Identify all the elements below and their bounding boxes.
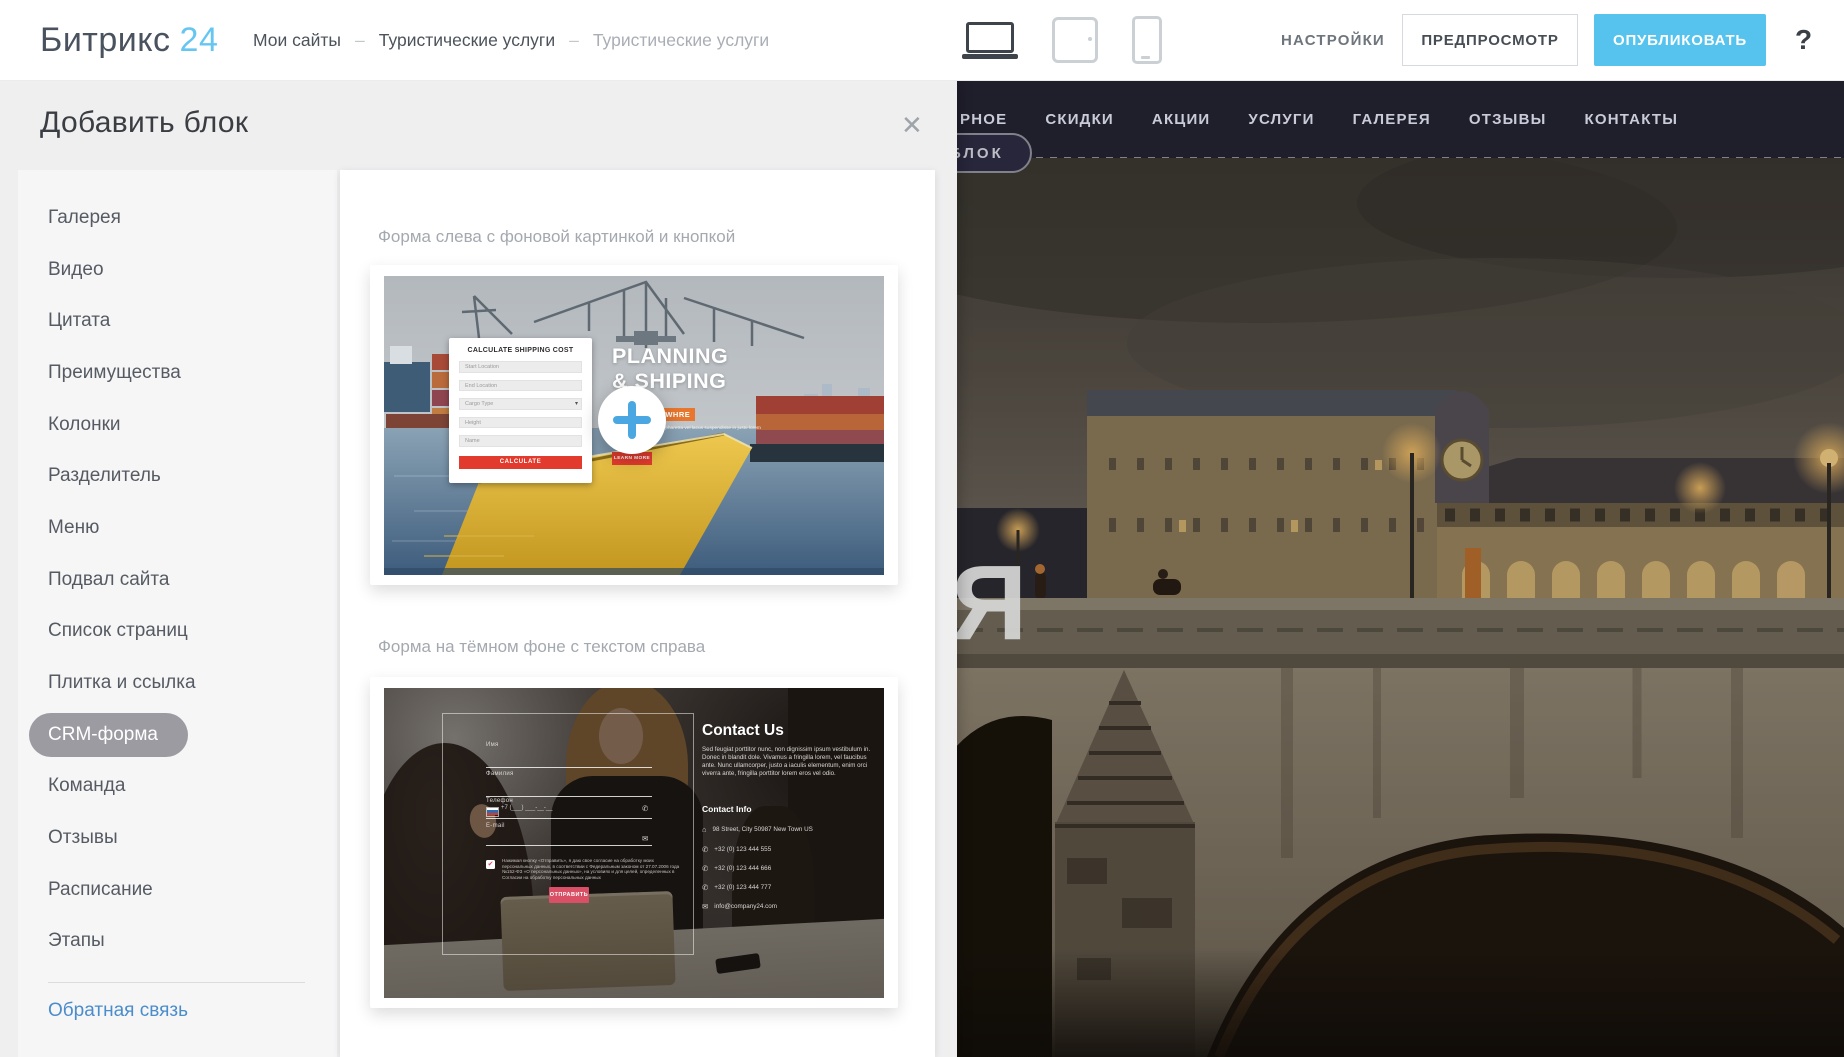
dropdown-caret-icon: ▾: [575, 399, 578, 410]
mobile-view-icon[interactable]: [1132, 16, 1162, 64]
preview2-image: Имя Фамилия Телефон +7 (___) ___-__-__ ✆…: [384, 688, 884, 998]
site-nav-item[interactable]: СКИДКИ: [1045, 111, 1114, 128]
breadcrumb: Мои сайты – Туристические услуги – Турис…: [253, 0, 769, 80]
sidebar-divider: [48, 982, 305, 983]
help-icon[interactable]: ?: [1795, 0, 1812, 80]
label-email: E-mail: [486, 823, 505, 829]
select-cargo-type: Cargo Type▾: [459, 398, 582, 410]
hero-title-letter: Я: [951, 550, 1027, 656]
sidebar-item-divider[interactable]: Разделитель: [18, 450, 337, 502]
site-nav-item[interactable]: РНОЕ: [960, 111, 1007, 128]
contact-address-row: ⌂98 Street, City 50987 New Town US: [702, 826, 878, 834]
label-phone: Телефон: [486, 798, 513, 804]
preview2-caption: Форма на тёмном фоне с текстом справа: [378, 637, 705, 657]
breadcrumb-site[interactable]: Туристические услуги: [379, 30, 555, 51]
add-block-plus-button[interactable]: [598, 386, 666, 454]
top-toolbar: Битрикс 24 Мои сайты – Туристические усл…: [0, 0, 1844, 81]
sidebar-item-page-list[interactable]: Список страниц: [18, 606, 337, 658]
breadcrumb-my-sites[interactable]: Мои сайты: [253, 30, 341, 51]
block-preview-list: Форма слева с фоновой картинкой и кнопко…: [340, 170, 935, 1057]
shipping-form-title: CALCULATE SHIPPING COST: [449, 347, 592, 354]
site-nav-item[interactable]: АКЦИИ: [1152, 111, 1211, 128]
contact-phone-row: ✆+32 (0) 123 444 555: [702, 846, 878, 854]
sidebar-item-reviews[interactable]: Отзывы: [18, 812, 337, 864]
desktop-view-icon[interactable]: [962, 22, 1018, 59]
input-height: Height: [459, 417, 582, 429]
site-nav-item[interactable]: ГАЛЕРЕЯ: [1353, 111, 1431, 128]
block-preview-card-form-left[interactable]: CALCULATE SHIPPING COST Start Location E…: [370, 265, 898, 585]
breadcrumb-separator: –: [569, 30, 579, 51]
contact-email-row: ✉info@company24.com: [702, 903, 878, 911]
block-preview-card-dark-form[interactable]: Имя Фамилия Телефон +7 (___) ___-__-__ ✆…: [370, 677, 898, 1008]
input-name: Name: [459, 435, 582, 447]
consent-text: Нажимая кнопку «Отправить», я даю свое с…: [502, 858, 680, 881]
site-hero-photo: Я: [957, 158, 1844, 1057]
publish-button[interactable]: ОПУБЛИКОВАТЬ: [1594, 14, 1766, 66]
russia-flag-icon: [486, 807, 499, 817]
bridge-scene-graphic: [957, 158, 1844, 1057]
site-nav-item[interactable]: ОТЗЫВЫ: [1469, 111, 1547, 128]
sidebar-item-quote[interactable]: Цитата: [18, 295, 337, 347]
bitrix24-logo[interactable]: Битрикс 24: [40, 0, 218, 80]
phone-icon: ✆: [702, 865, 708, 873]
input-end-location: End Location: [459, 380, 582, 392]
shipping-form-thumbnail: CALCULATE SHIPPING COST Start Location E…: [449, 338, 592, 483]
breadcrumb-page: Туристические услуги: [593, 30, 769, 51]
contact-us-body: Sed feugiat porttitor nunc, non dignissi…: [702, 746, 874, 778]
label-first-name: Имя: [486, 742, 499, 748]
input-underline: [486, 818, 652, 819]
send-button: ОТПРАВИТЬ: [549, 887, 589, 903]
sidebar-item-schedule[interactable]: Расписание: [18, 864, 337, 916]
input-start-location: Start Location: [459, 361, 582, 373]
site-nav-item[interactable]: УСЛУГИ: [1248, 111, 1314, 128]
form-outline-frame: [442, 713, 694, 955]
site-nav-menu: РНОЕ СКИДКИ АКЦИИ УСЛУГИ ГАЛЕРЕЯ ОТЗЫВЫ …: [960, 80, 1678, 158]
home-icon: ⌂: [702, 826, 707, 834]
mail-icon: ✉: [642, 834, 648, 843]
input-underline: [486, 767, 652, 768]
site-nav-item[interactable]: КОНТАКТЫ: [1585, 111, 1679, 128]
phone-mask-value: +7 (___) ___-__-__: [501, 805, 553, 811]
preview1-image: CALCULATE SHIPPING COST Start Location E…: [384, 276, 884, 575]
preview1-caption: Форма слева с фоновой картинкой и кнопко…: [378, 227, 735, 247]
input-underline: [486, 796, 652, 797]
phone-icon: ✆: [702, 884, 708, 892]
contact-phone-row: ✆+32 (0) 123 444 666: [702, 865, 878, 873]
contact-phone-row: ✆+32 (0) 123 444 777: [702, 884, 878, 892]
add-block-panel: Добавить блок ✕ Галерея Видео Цитата Пре…: [0, 80, 957, 1057]
sidebar-item-tile-link[interactable]: Плитка и ссылка: [18, 657, 337, 709]
sidebar-item-footer[interactable]: Подвал сайта: [18, 554, 337, 606]
block-category-sidebar: Галерея Видео Цитата Преимущества Колонк…: [18, 170, 337, 1057]
settings-button[interactable]: НАСТРОЙКИ: [1281, 0, 1385, 80]
phone-icon: ✆: [702, 846, 708, 854]
contact-info-heading: Contact Info: [702, 804, 752, 814]
feedback-link[interactable]: Обратная связь: [18, 1000, 337, 1022]
sidebar-item-stages[interactable]: Этапы: [18, 916, 337, 968]
calculate-button: CALCULATE: [459, 456, 582, 469]
sidebar-item-team[interactable]: Команда: [18, 761, 337, 813]
sidebar-item-crm-form-selected[interactable]: CRM-форма: [18, 709, 337, 761]
contact-us-heading: Contact Us: [702, 722, 784, 740]
preview-button[interactable]: ПРЕДПРОСМОТР: [1402, 14, 1578, 66]
app-root: РНОЕ СКИДКИ АКЦИИ УСЛУГИ ГАЛЕРЕЯ ОТЗЫВЫ …: [0, 0, 1844, 1057]
mail-icon: ✉: [702, 903, 708, 911]
sidebar-item-columns[interactable]: Колонки: [18, 399, 337, 451]
sidebar-item-advantages[interactable]: Преимущества: [18, 347, 337, 399]
device-switcher: [962, 0, 1162, 80]
sidebar-item-video[interactable]: Видео: [18, 244, 337, 296]
phone-icon: ✆: [642, 804, 648, 813]
input-underline: [486, 845, 652, 846]
breadcrumb-separator: –: [355, 30, 365, 51]
close-icon[interactable]: ✕: [901, 112, 923, 138]
label-last-name: Фамилия: [486, 771, 514, 777]
consent-checkbox: ✔: [486, 860, 495, 869]
sidebar-item-menu[interactable]: Меню: [18, 502, 337, 554]
sidebar-item-gallery[interactable]: Галерея: [18, 192, 337, 244]
tablet-view-icon[interactable]: [1052, 17, 1098, 63]
panel-title: Добавить блок: [40, 106, 248, 140]
